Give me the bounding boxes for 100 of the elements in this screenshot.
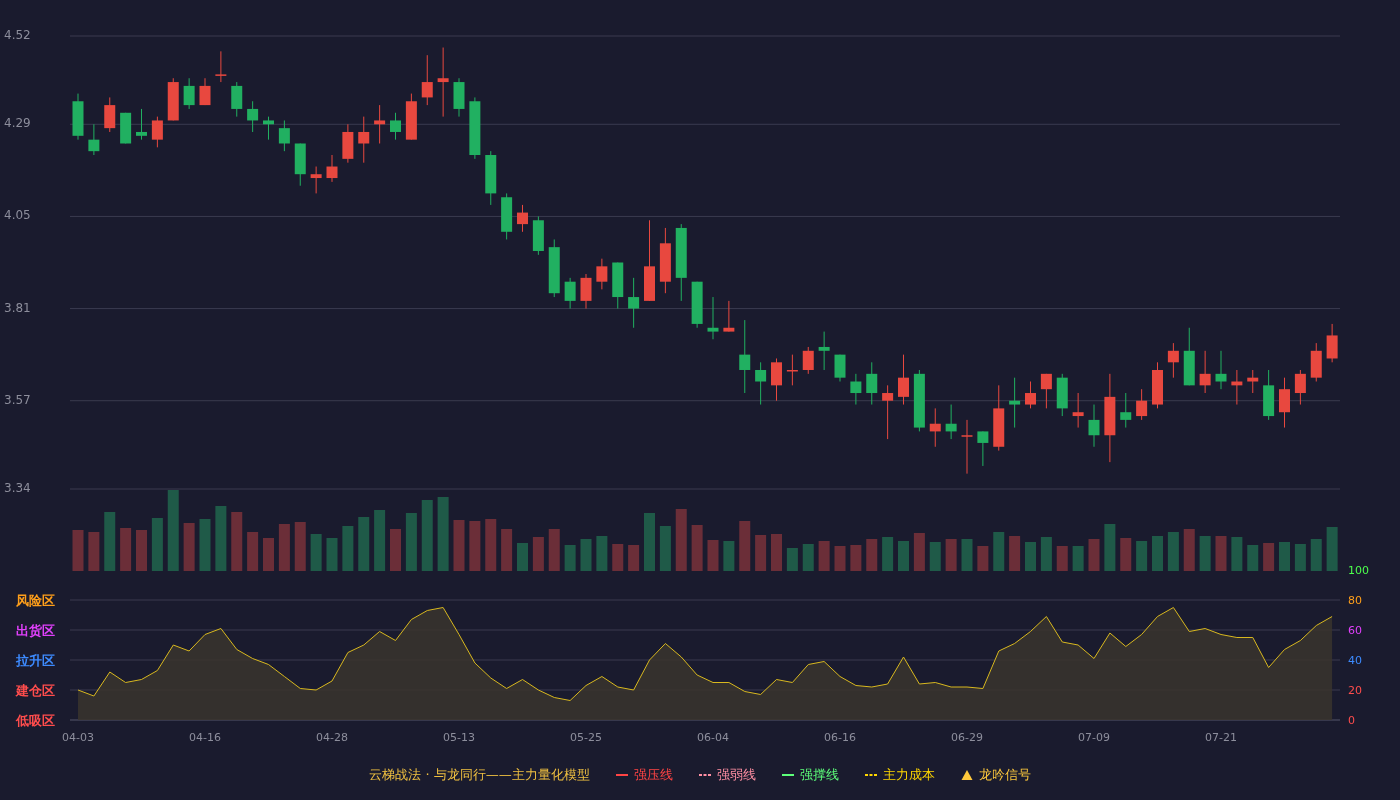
candle	[945, 404, 957, 440]
candle	[818, 331, 830, 371]
candle	[1263, 369, 1275, 421]
candle	[1009, 377, 1021, 429]
axis-label: 06-16	[824, 731, 856, 744]
candle	[1072, 392, 1084, 429]
axis-label: 3.57	[4, 392, 31, 407]
zone-label: 出货区	[16, 623, 55, 638]
candle	[247, 100, 259, 133]
candle	[850, 373, 862, 406]
legend-label: 主力成本	[882, 766, 935, 784]
candle	[1326, 323, 1338, 363]
candle	[1199, 350, 1211, 394]
axis-label: 07-09	[1078, 731, 1110, 744]
candle	[1088, 404, 1100, 448]
candle	[437, 47, 449, 118]
candle	[612, 262, 624, 310]
axis-label: 4.05	[4, 208, 31, 223]
zone-label: 拉升区	[16, 653, 55, 668]
candle	[771, 357, 782, 402]
zone-label: 建仓区	[16, 683, 55, 698]
candle	[342, 123, 354, 164]
candle	[993, 384, 1005, 452]
candle	[231, 81, 243, 118]
candle	[326, 154, 338, 183]
candle	[485, 150, 497, 206]
candle	[390, 112, 401, 141]
candle	[913, 369, 925, 432]
candle	[1152, 361, 1163, 409]
candle	[72, 93, 84, 141]
candle	[1040, 373, 1052, 409]
candle	[755, 361, 767, 406]
candle	[469, 96, 481, 160]
axis-label: 40	[1348, 654, 1362, 667]
candle	[1136, 388, 1148, 421]
legend-label: 龙吟信号	[978, 766, 1031, 784]
axis-label: 60	[1348, 624, 1362, 637]
candle	[580, 273, 592, 310]
axis-label: 07-21	[1205, 731, 1237, 744]
candle	[517, 204, 528, 233]
axis-label: 04-16	[189, 731, 221, 744]
candle	[961, 419, 973, 475]
axis-label: 05-25	[570, 731, 602, 744]
axis-label: 80	[1348, 594, 1362, 607]
candle	[596, 258, 608, 290]
candle	[1294, 369, 1306, 406]
axis-label: 04-28	[316, 731, 348, 744]
legend-title: 云梯战法 · 与龙同行——主力量化模型	[369, 766, 590, 784]
axis-label: 20	[1348, 684, 1362, 697]
legend-label: 强压线	[633, 766, 673, 784]
axis-label: 04-03	[62, 731, 94, 744]
candle	[215, 50, 227, 83]
axis-label: 3.81	[4, 300, 31, 315]
candle	[802, 346, 814, 375]
candle	[834, 354, 846, 382]
candle	[707, 296, 719, 340]
axis-label: 3.34	[4, 481, 31, 495]
candle	[1056, 373, 1068, 417]
candle	[1183, 327, 1195, 386]
candle	[374, 104, 386, 144]
candle	[866, 361, 878, 406]
candle	[691, 281, 703, 329]
candle	[501, 192, 513, 240]
candle	[263, 116, 274, 141]
candle	[88, 123, 100, 156]
candle	[977, 430, 989, 467]
candle	[1247, 369, 1259, 394]
candle	[1025, 381, 1036, 409]
zone-label: 低吸区	[16, 713, 55, 728]
candle	[659, 227, 671, 294]
candle	[548, 238, 560, 298]
candle	[358, 116, 370, 164]
axis-label: 06-29	[951, 731, 983, 744]
candle	[120, 112, 132, 144]
legend-label: 强撑线	[799, 766, 839, 784]
candle	[898, 354, 909, 406]
axis-label: 4.52	[4, 28, 31, 42]
candle	[929, 407, 941, 448]
candle	[628, 277, 640, 329]
candle	[786, 354, 798, 386]
candle	[564, 277, 576, 310]
candle	[104, 96, 116, 133]
axis-label: 05-13	[443, 731, 475, 744]
candle	[532, 215, 544, 256]
candle	[1215, 350, 1227, 390]
candle	[294, 143, 306, 187]
candle	[1231, 369, 1243, 406]
axis-label: 4.29	[4, 116, 31, 131]
candle	[723, 300, 735, 333]
candle	[199, 77, 211, 106]
candle	[151, 116, 163, 148]
candle	[310, 166, 322, 194]
candle	[421, 54, 433, 106]
candle	[278, 119, 290, 152]
candle	[453, 77, 465, 118]
candle	[183, 77, 195, 110]
candle	[167, 77, 179, 121]
candle	[1310, 342, 1322, 382]
candle	[136, 108, 147, 141]
axis-label: 0	[1348, 714, 1355, 727]
